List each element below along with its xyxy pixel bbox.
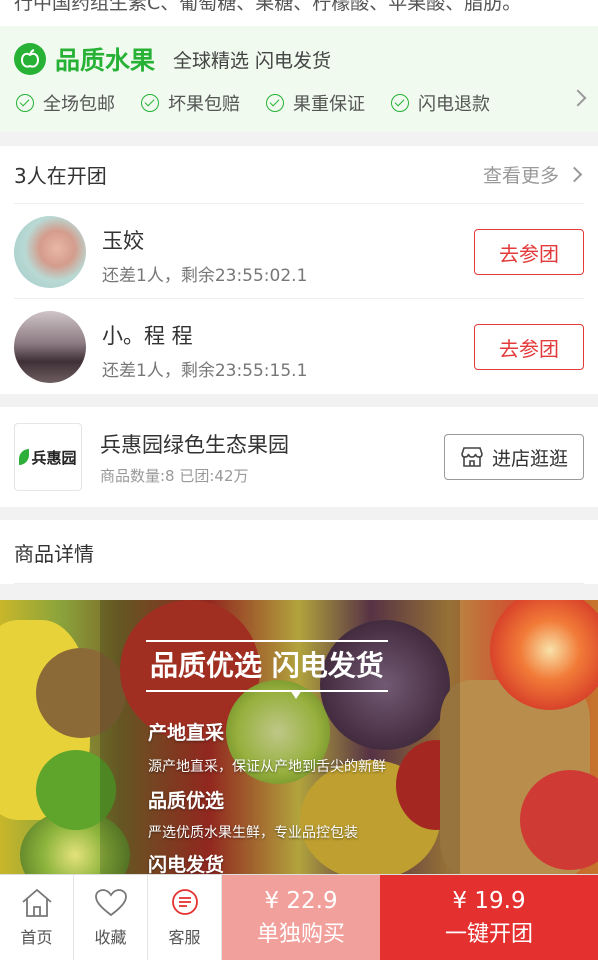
bottom-bar: 首页 收藏 客服 ¥ 22.9 单独购买 ¥ 19.9 一键开团	[0, 874, 598, 960]
tab-favorite[interactable]: 收藏	[74, 875, 148, 960]
group-buy-section: 3人在开团 查看更多 玉姣 还差1人，剩余23:55:02.1 去参团 小。程 …	[0, 146, 598, 394]
banner-section-text: 严选优质水果生鲜，专业品控包装	[148, 825, 358, 841]
product-detail-header: 商品详情	[0, 520, 598, 584]
store-meta: 商品数量:8 已团:42万	[100, 467, 249, 485]
chevron-right-icon	[566, 166, 583, 183]
view-more-link[interactable]: 查看更多	[483, 161, 584, 188]
tab-label: 首页	[20, 928, 53, 947]
avatar	[14, 311, 86, 383]
user-name: 玉姣	[102, 229, 144, 253]
banner-section-heading: 产地直采	[148, 722, 225, 744]
start-group-button[interactable]: ¥ 19.9 一键开团	[380, 875, 598, 960]
visit-store-label: 进店逛逛	[491, 447, 568, 470]
feature-item: 坏果包赔	[141, 90, 240, 116]
chevron-right-icon[interactable]	[569, 89, 587, 107]
view-more-label: 查看更多	[482, 165, 559, 187]
check-circle-icon	[391, 94, 409, 112]
divider	[14, 583, 584, 584]
quality-header: 品质水果 全球精选 闪电发货	[14, 42, 331, 76]
banner-section-heading: 品质优选	[148, 790, 225, 812]
tab-home[interactable]: 首页	[0, 875, 74, 960]
store-logo-text: 兵惠园	[31, 448, 77, 467]
single-price: ¥ 22.9	[264, 888, 338, 914]
banner-headline: 品质优选 闪电发货	[146, 640, 388, 692]
product-detail-image: 品质优选 闪电发货 产地直采 源产地直采，保证从产地到舌尖的新鲜 品质优选 严选…	[0, 600, 598, 874]
banner-section-text: 源产地直采，保证从产地到舌尖的新鲜	[148, 759, 386, 775]
tab-customer-service[interactable]: 客服	[148, 875, 222, 960]
quality-subtitle: 全球精选 闪电发货	[173, 49, 332, 72]
tab-label: 收藏	[94, 928, 127, 947]
apple-icon	[14, 43, 46, 75]
group-buy-title: 3人在开团	[14, 164, 107, 188]
join-group-button[interactable]: 去参团	[474, 324, 584, 370]
store-card: 兵惠园 兵惠园绿色生态果园 商品数量:8 已团:42万 进店逛逛	[0, 407, 598, 507]
group-status: 还差1人，剩余23:55:02.1	[102, 266, 308, 286]
shop-icon	[461, 447, 483, 467]
chat-icon	[171, 889, 198, 915]
feature-item: 闪电退款	[391, 90, 490, 116]
tab-label: 客服	[168, 928, 201, 947]
group-buy-label: 一键开团	[444, 922, 533, 947]
check-circle-icon	[266, 94, 284, 112]
triangle-icon	[290, 690, 302, 699]
single-buy-label: 单独购买	[256, 922, 345, 947]
buy-single-button[interactable]: ¥ 22.9 单独购买	[222, 875, 380, 960]
avatar	[14, 216, 86, 288]
user-name: 小。程 程	[102, 324, 193, 348]
group-status: 还差1人，剩余23:55:15.1	[102, 361, 308, 381]
feature-label: 坏果包赔	[168, 94, 240, 115]
check-circle-icon	[16, 94, 34, 112]
quality-banner: 品质水果 全球精选 闪电发货 全场包邮 坏果包赔 果重保证 闪电退款	[0, 26, 598, 132]
quality-title: 品质水果	[55, 46, 156, 75]
banner-section-heading: 闪电发货	[148, 854, 225, 874]
group-buy-header: 3人在开团 查看更多	[14, 146, 584, 204]
visit-store-button[interactable]: 进店逛逛	[444, 434, 584, 480]
leaf-icon	[19, 449, 30, 465]
group-price: ¥ 19.9	[452, 888, 526, 914]
group-row: 小。程 程 还差1人，剩余23:55:15.1 去参团	[14, 300, 584, 394]
group-row: 玉姣 还差1人，剩余23:55:02.1 去参团	[14, 205, 584, 299]
quality-features[interactable]: 全场包邮 坏果包赔 果重保证 闪电退款	[16, 88, 588, 118]
feature-item: 全场包邮	[16, 90, 115, 116]
join-group-button[interactable]: 去参团	[474, 229, 584, 275]
feature-item: 果重保证	[266, 90, 365, 116]
feature-label: 全场包邮	[43, 94, 115, 115]
heart-icon	[94, 889, 127, 917]
feature-label: 果重保证	[293, 94, 365, 115]
description-text: 行中国药组生素C、葡萄糖、果糖、柠檬酸、苹果酸、脂肪。	[14, 0, 522, 14]
truncated-description: 行中国药组生素C、葡萄糖、果糖、柠檬酸、苹果酸、脂肪。	[0, 0, 598, 26]
check-circle-icon	[141, 94, 159, 112]
store-logo[interactable]: 兵惠园	[14, 423, 82, 491]
detail-title: 商品详情	[14, 542, 94, 566]
feature-label: 闪电退款	[418, 94, 490, 115]
home-icon	[21, 888, 52, 917]
store-name: 兵惠园绿色生态果园	[100, 433, 289, 457]
